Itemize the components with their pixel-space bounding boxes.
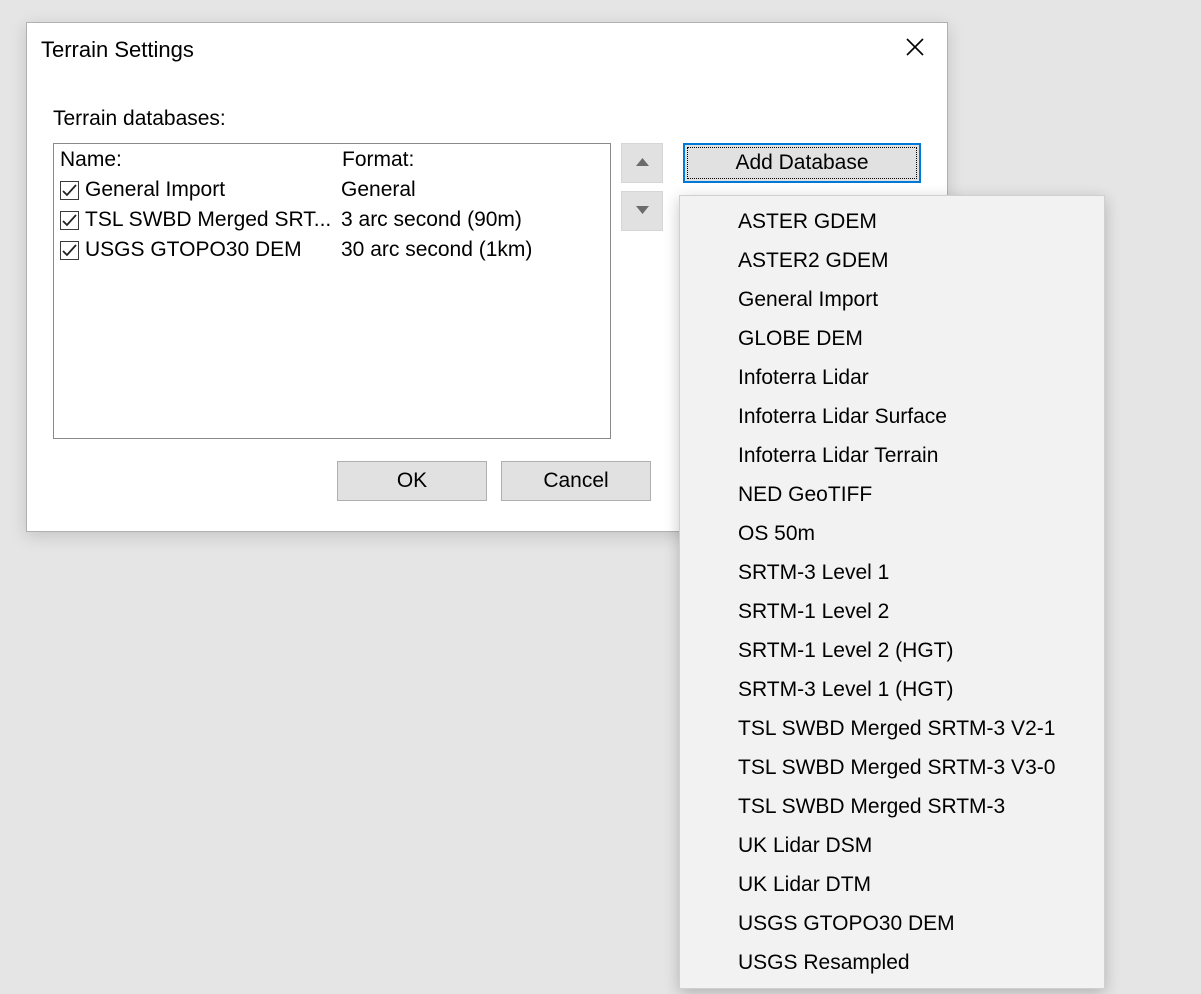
add-database-button[interactable]: Add Database <box>683 143 921 183</box>
close-button[interactable] <box>897 32 933 68</box>
row-name: TSL SWBD Merged SRT... <box>85 205 341 235</box>
dropdown-item[interactable]: Infoterra Lidar Surface <box>680 397 1104 436</box>
section-label: Terrain databases: <box>53 107 921 131</box>
move-down-button[interactable] <box>621 191 663 231</box>
dropdown-item[interactable]: USGS Resampled <box>680 943 1104 982</box>
table-row[interactable]: TSL SWBD Merged SRT...3 arc second (90m) <box>60 205 604 235</box>
add-database-label: Add Database <box>735 151 868 175</box>
chevron-down-icon <box>635 202 650 220</box>
dropdown-item[interactable]: NED GeoTIFF <box>680 475 1104 514</box>
dropdown-item[interactable]: GLOBE DEM <box>680 319 1104 358</box>
dropdown-item[interactable]: TSL SWBD Merged SRTM-3 V3-0 <box>680 748 1104 787</box>
column-name-header[interactable]: Name: <box>60 148 342 172</box>
move-up-button[interactable] <box>621 143 663 183</box>
row-format: General <box>341 175 604 205</box>
ok-button[interactable]: OK <box>337 461 487 501</box>
dropdown-item[interactable]: General Import <box>680 280 1104 319</box>
dropdown-item[interactable]: ASTER GDEM <box>680 202 1104 241</box>
row-name: USGS GTOPO30 DEM <box>85 235 341 265</box>
dropdown-item[interactable]: Infoterra Lidar Terrain <box>680 436 1104 475</box>
dropdown-item[interactable]: UK Lidar DSM <box>680 826 1104 865</box>
dialog-title: Terrain Settings <box>41 37 897 63</box>
column-format-header[interactable]: Format: <box>342 148 604 172</box>
cancel-label: Cancel <box>543 469 608 493</box>
list-header: Name: Format: <box>60 148 604 172</box>
database-listbox[interactable]: Name: Format: General ImportGeneralTSL S… <box>53 143 611 439</box>
close-icon <box>905 37 925 63</box>
add-database-dropdown[interactable]: ASTER GDEMASTER2 GDEMGeneral ImportGLOBE… <box>679 195 1105 989</box>
dropdown-item[interactable]: SRTM-3 Level 1 (HGT) <box>680 670 1104 709</box>
dropdown-item[interactable]: UK Lidar DTM <box>680 865 1104 904</box>
dropdown-item[interactable]: USGS GTOPO30 DEM <box>680 904 1104 943</box>
row-checkbox[interactable] <box>60 241 79 260</box>
row-format: 30 arc second (1km) <box>341 235 604 265</box>
cancel-button[interactable]: Cancel <box>501 461 651 501</box>
ok-label: OK <box>397 469 427 493</box>
table-row[interactable]: USGS GTOPO30 DEM30 arc second (1km) <box>60 235 604 265</box>
dropdown-item[interactable]: SRTM-3 Level 1 <box>680 553 1104 592</box>
dropdown-item[interactable]: SRTM-1 Level 2 (HGT) <box>680 631 1104 670</box>
dropdown-item[interactable]: TSL SWBD Merged SRTM-3 V2-1 <box>680 709 1104 748</box>
chevron-up-icon <box>635 154 650 172</box>
titlebar: Terrain Settings <box>27 23 947 77</box>
reorder-buttons <box>621 143 663 439</box>
table-row[interactable]: General ImportGeneral <box>60 175 604 205</box>
row-name: General Import <box>85 175 341 205</box>
row-format: 3 arc second (90m) <box>341 205 604 235</box>
dropdown-item[interactable]: Infoterra Lidar <box>680 358 1104 397</box>
dropdown-item[interactable]: SRTM-1 Level 2 <box>680 592 1104 631</box>
dropdown-item[interactable]: ASTER2 GDEM <box>680 241 1104 280</box>
dropdown-item[interactable]: OS 50m <box>680 514 1104 553</box>
dropdown-item[interactable]: TSL SWBD Merged SRTM-3 <box>680 787 1104 826</box>
row-checkbox[interactable] <box>60 211 79 230</box>
row-checkbox[interactable] <box>60 181 79 200</box>
